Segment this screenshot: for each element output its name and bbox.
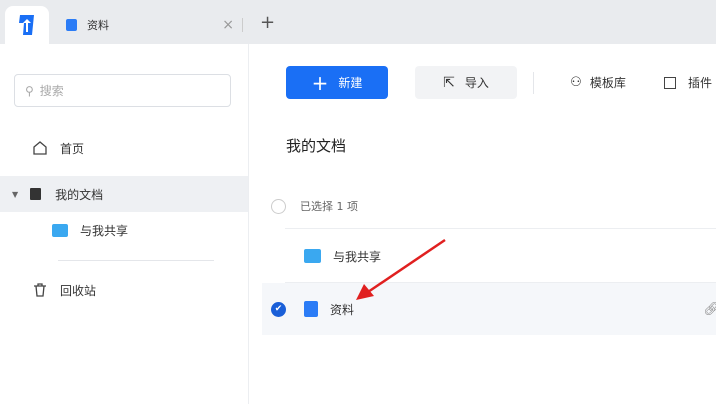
- annotation-arrow: [356, 238, 446, 300]
